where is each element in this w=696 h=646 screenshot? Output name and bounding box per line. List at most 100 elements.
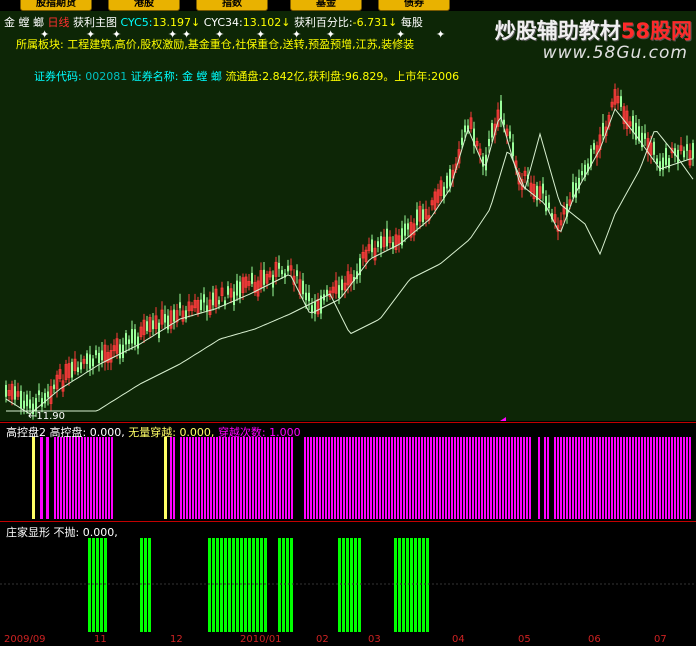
tab-bonds[interactable]: 债券 — [378, 0, 450, 11]
green-bar — [260, 538, 263, 632]
magenta-bar — [623, 437, 625, 519]
candle-body — [26, 394, 28, 407]
magenta-bar — [394, 437, 396, 519]
magenta-bar — [575, 437, 577, 519]
magenta-bar — [487, 437, 489, 519]
candle-body — [377, 241, 379, 247]
magenta-bar — [310, 437, 312, 519]
magenta-bar — [650, 437, 652, 519]
candle-body — [548, 202, 550, 209]
short-ma-line — [5, 107, 693, 415]
magenta-bar — [557, 437, 559, 519]
date-axis: 2009/09 11 12 2010/01 02 03 04 05 06 07 — [0, 634, 696, 646]
candle-body — [683, 150, 685, 158]
green-bar — [144, 538, 147, 632]
candle-body — [464, 125, 466, 133]
magenta-bar — [204, 437, 206, 519]
tab-funds[interactable]: 基金 — [290, 0, 362, 11]
magenta-bar — [54, 437, 56, 519]
price-chart-panel[interactable]: ✦ ✦ ✦ ✦ ✦ ✦ ✦ ✦ ✦ ✦ ✦ 金 螳 螂 日线 获利主图 CYC5:13.197↓ C… — [0, 11, 696, 421]
candle-body — [281, 270, 283, 275]
magenta-bar — [258, 437, 260, 519]
float-value: 2.842亿 — [262, 70, 305, 83]
green-bar — [358, 538, 361, 632]
indicator-name[interactable]: 获利主图 — [73, 16, 117, 29]
green-bar — [410, 538, 413, 632]
high-control-panel[interactable]: 高控盘2 高控盘: 0.000, 无量穿越: 0.000, 穿越次数: 1.00… — [0, 423, 696, 520]
tab-hk-stocks[interactable]: 港股 — [108, 0, 180, 11]
magenta-bar — [629, 437, 631, 519]
candle-body — [47, 391, 49, 398]
magenta-bar — [680, 437, 682, 519]
candle-body — [98, 352, 100, 364]
magenta-bar — [201, 437, 203, 519]
candle-body — [41, 398, 43, 407]
candle-body — [146, 321, 148, 331]
green-bar — [252, 538, 255, 632]
magenta-bar — [376, 437, 378, 519]
magenta-bar — [331, 437, 333, 519]
green-bar — [290, 538, 293, 632]
candle-body — [278, 262, 280, 269]
magenta-bar — [234, 437, 236, 519]
magenta-bar — [626, 437, 628, 519]
candle-body — [164, 314, 166, 323]
magenta-bar — [180, 437, 182, 519]
magenta-bar — [403, 437, 405, 519]
magenta-bar — [325, 437, 327, 519]
candle-body — [236, 280, 238, 296]
green-bar — [264, 538, 267, 632]
candle-body — [542, 183, 544, 194]
magenta-bar — [282, 437, 284, 519]
magenta-bar — [216, 437, 218, 519]
magenta-bar — [382, 437, 384, 519]
candle-body — [620, 96, 622, 107]
marker-icon: ✦ — [436, 28, 445, 41]
panel2-f1-value: 0.000, — [89, 426, 125, 439]
candle-body — [416, 209, 418, 226]
magenta-bar — [635, 437, 637, 519]
magenta-bar — [544, 437, 546, 519]
green-bar — [220, 538, 223, 632]
magenta-bar — [514, 437, 516, 519]
candle-body — [449, 169, 451, 187]
candle-body — [545, 196, 547, 212]
float-label: 流通盘: — [225, 70, 263, 83]
date-tick: 05 — [518, 634, 531, 645]
magenta-bar — [379, 437, 381, 519]
magenta-bar — [367, 437, 369, 519]
tab-futures[interactable]: 股指期货 — [20, 0, 92, 11]
magenta-bar — [451, 437, 453, 519]
long-ma-line — [6, 130, 694, 412]
magenta-bar — [656, 437, 658, 519]
magenta-bar — [484, 437, 486, 519]
cyc5-value: 13.197↓ — [152, 16, 201, 29]
magenta-bar — [554, 437, 556, 519]
candle-body — [152, 320, 154, 330]
candle-body — [644, 133, 646, 139]
magenta-bar — [418, 437, 420, 519]
magenta-bar — [406, 437, 408, 519]
green-bar — [256, 538, 259, 632]
candle-body — [77, 367, 79, 373]
candle-body — [272, 274, 274, 288]
period-label[interactable]: 日线 — [48, 16, 70, 29]
magenta-bar — [523, 437, 525, 519]
magenta-bar — [442, 437, 444, 519]
magenta-bar — [593, 437, 595, 519]
tab-index[interactable]: 指数 — [196, 0, 268, 11]
panel2-f2-value: 0.000, — [179, 426, 215, 439]
cyc34-value: 13.102↓ — [242, 16, 291, 29]
magenta-bar — [225, 437, 227, 519]
magenta-bar — [279, 437, 281, 519]
magenta-bar — [430, 437, 432, 519]
candle-body — [125, 333, 127, 345]
magenta-bar — [611, 437, 613, 519]
candle-body — [218, 300, 220, 305]
magenta-bar — [219, 437, 221, 519]
magenta-bar — [605, 437, 607, 519]
banker-reveal-panel[interactable]: 庄家显形 不抛: 0.000, — [0, 522, 696, 634]
candle-body — [509, 131, 511, 139]
listing-label: 上市年: — [394, 70, 432, 83]
candle-body — [179, 302, 181, 309]
